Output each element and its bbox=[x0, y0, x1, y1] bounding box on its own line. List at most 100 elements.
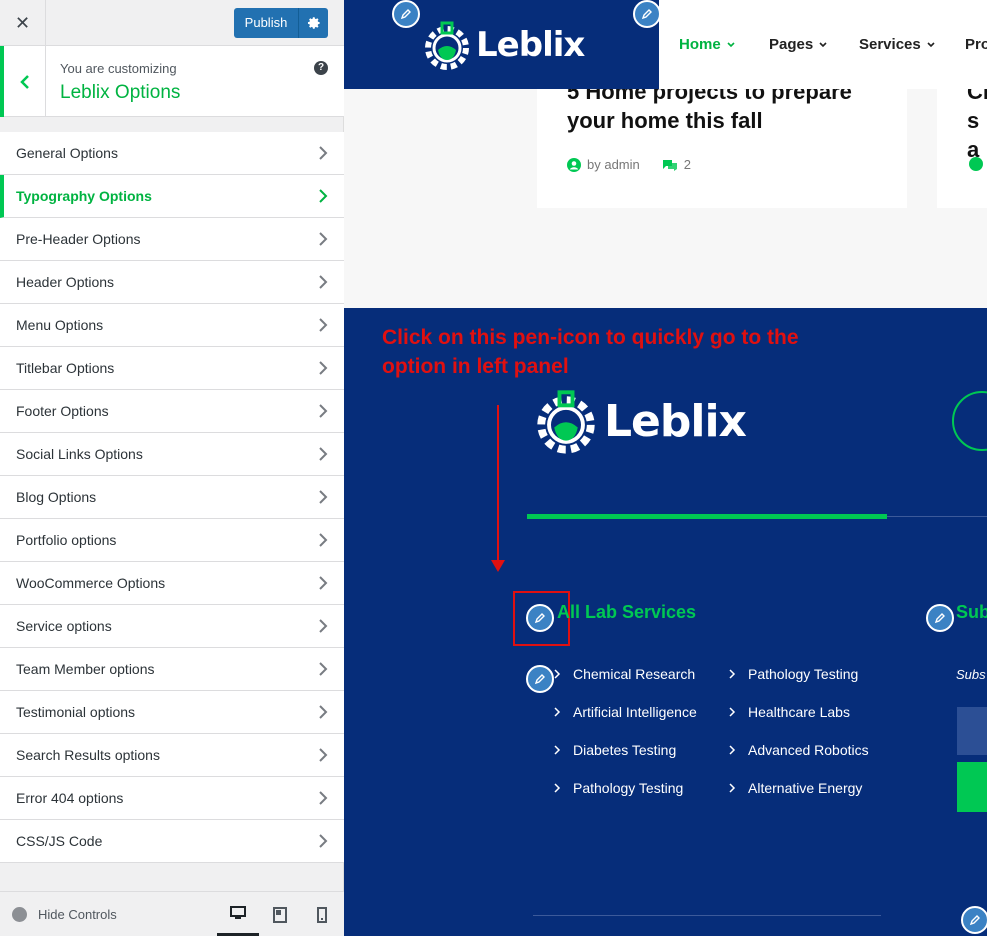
hide-controls-button[interactable]: Hide Controls bbox=[38, 907, 117, 922]
edit-shortcut-pen-icon[interactable] bbox=[926, 604, 954, 632]
chevron-right-icon bbox=[319, 275, 328, 289]
chevron-right-icon bbox=[319, 490, 328, 504]
chevron-right-icon bbox=[319, 662, 328, 676]
footer-logo[interactable]: Leblix bbox=[536, 388, 747, 454]
logo-text: Leblix bbox=[604, 395, 747, 447]
chevron-right-icon bbox=[729, 783, 736, 793]
menu-item[interactable]: Service options bbox=[0, 605, 344, 648]
menu-item-label: Team Member options bbox=[16, 661, 155, 677]
flask-gear-icon bbox=[425, 21, 469, 70]
service-link-label: Diabetes Testing bbox=[573, 742, 677, 758]
main-navigation: Home Pages Services Pro bbox=[659, 0, 987, 89]
chevron-right-icon bbox=[319, 834, 328, 848]
menu-item-label: General Options bbox=[16, 145, 118, 161]
help-icon[interactable]: ? bbox=[314, 61, 328, 75]
menu-item-label: CSS/JS Code bbox=[16, 833, 103, 849]
tablet-preview-button[interactable] bbox=[259, 892, 301, 936]
edit-shortcut-pen-icon[interactable] bbox=[526, 665, 554, 693]
lab-services-title: All Lab Services bbox=[557, 602, 697, 622]
service-link[interactable]: Pathology Testing bbox=[553, 780, 683, 796]
nav-item-label: Services bbox=[859, 36, 921, 53]
user-icon bbox=[969, 157, 983, 171]
chevron-right-icon bbox=[554, 669, 561, 679]
menu-item[interactable]: Pre-Header Options bbox=[0, 218, 344, 261]
nav-item-label: Home bbox=[679, 36, 721, 53]
hide-controls-icon[interactable] bbox=[12, 907, 27, 922]
menu-item[interactable]: Header Options bbox=[0, 261, 344, 304]
mobile-preview-button[interactable] bbox=[301, 892, 343, 936]
menu-item-label: Service options bbox=[16, 618, 112, 634]
subscribe-email-input[interactable] bbox=[957, 707, 987, 755]
nav-item-pages[interactable]: Pages bbox=[769, 36, 827, 53]
customizer-footer: Hide Controls bbox=[0, 891, 344, 936]
service-link[interactable]: Artificial Intelligence bbox=[553, 704, 697, 720]
service-link-label: Pathology Testing bbox=[573, 780, 684, 796]
service-link[interactable]: Pathology Testing bbox=[728, 666, 858, 682]
menu-item[interactable]: Testimonial options bbox=[0, 691, 344, 734]
service-link[interactable]: Alternative Energy bbox=[728, 780, 862, 796]
blog-card[interactable]: 5 Home projects to prepare your home thi… bbox=[537, 79, 907, 208]
menu-item[interactable]: General Options bbox=[0, 132, 344, 175]
customizing-info: You are customizing Leblix Options ? bbox=[0, 46, 344, 117]
service-link-label: Artificial Intelligence bbox=[573, 704, 697, 720]
blog-card-comments[interactable]: 2 bbox=[684, 157, 691, 172]
chevron-right-icon bbox=[319, 791, 328, 805]
service-link-label: Pathology Testing bbox=[748, 666, 859, 682]
menu-item[interactable]: Error 404 options bbox=[0, 777, 344, 820]
menu-item[interactable]: Menu Options bbox=[0, 304, 344, 347]
blog-card-author[interactable]: by admin bbox=[587, 157, 640, 172]
nav-item-home[interactable]: Home bbox=[679, 36, 735, 53]
chevron-right-icon bbox=[319, 705, 328, 719]
menu-item-label: Blog Options bbox=[16, 489, 97, 505]
annotation-arrow-head bbox=[491, 560, 505, 572]
menu-item[interactable]: Social Links Options bbox=[0, 433, 344, 476]
menu-item[interactable]: Titlebar Options bbox=[0, 347, 344, 390]
service-link[interactable]: Chemical Research bbox=[553, 666, 695, 682]
chevron-right-icon bbox=[729, 745, 736, 755]
customizing-label: You are customizing bbox=[60, 61, 177, 76]
menu-item[interactable]: Blog Options bbox=[0, 476, 344, 519]
menu-item[interactable]: CSS/JS Code bbox=[0, 820, 344, 863]
annotation-arrow bbox=[497, 405, 499, 565]
tablet-icon bbox=[273, 906, 287, 923]
service-link[interactable]: Healthcare Labs bbox=[728, 704, 850, 720]
menu-item-label: Search Results options bbox=[16, 747, 160, 763]
footer-divider-accent bbox=[527, 514, 887, 519]
menu-item[interactable]: WooCommerce Options bbox=[0, 562, 344, 605]
subscribe-button[interactable] bbox=[957, 762, 987, 812]
menu-item-label: Header Options bbox=[16, 274, 115, 290]
blog-card[interactable]: Cl sa bbox=[937, 79, 987, 208]
chat-icon[interactable] bbox=[952, 391, 987, 451]
edit-shortcut-pen-icon[interactable] bbox=[633, 0, 661, 28]
annotation-text: Click on this pen-icon to quickly go to … bbox=[382, 326, 799, 378]
service-link[interactable]: Advanced Robotics bbox=[728, 742, 869, 758]
menu-item[interactable]: Footer Options bbox=[0, 390, 344, 433]
chevron-right-icon bbox=[729, 707, 736, 717]
menu-item[interactable]: Portfolio options bbox=[0, 519, 344, 562]
menu-item[interactable]: Typography Options bbox=[0, 175, 344, 218]
menu-item-label: Portfolio options bbox=[16, 532, 117, 548]
desktop-icon bbox=[230, 905, 246, 919]
back-button[interactable] bbox=[0, 46, 46, 117]
desktop-preview-button[interactable] bbox=[217, 892, 259, 936]
menu-item-label: Footer Options bbox=[16, 403, 109, 419]
menu-item[interactable]: Search Results options bbox=[0, 734, 344, 777]
menu-item-label: Typography Options bbox=[16, 188, 152, 204]
chevron-right-icon bbox=[319, 748, 328, 762]
nav-item-services[interactable]: Services bbox=[859, 36, 935, 53]
nav-item-pro[interactable]: Pro bbox=[965, 36, 987, 53]
menu-item[interactable]: Team Member options bbox=[0, 648, 344, 691]
service-link[interactable]: Diabetes Testing bbox=[553, 742, 676, 758]
edit-shortcut-pen-icon[interactable] bbox=[526, 604, 554, 632]
site-logo[interactable]: Leblix bbox=[424, 20, 585, 70]
publish-button[interactable]: Publish bbox=[234, 8, 298, 38]
blog-card-title-text: Cl sa bbox=[967, 79, 987, 162]
edit-shortcut-pen-icon[interactable] bbox=[961, 906, 987, 934]
pencil-icon bbox=[934, 613, 945, 624]
close-customizer-button[interactable]: ✕ bbox=[0, 0, 46, 46]
publish-settings-button[interactable] bbox=[298, 8, 328, 38]
chevron-right-icon bbox=[319, 318, 328, 332]
menu-item-label: Pre-Header Options bbox=[16, 231, 141, 247]
edit-shortcut-pen-icon[interactable] bbox=[392, 0, 420, 28]
chevron-right-icon bbox=[554, 783, 561, 793]
